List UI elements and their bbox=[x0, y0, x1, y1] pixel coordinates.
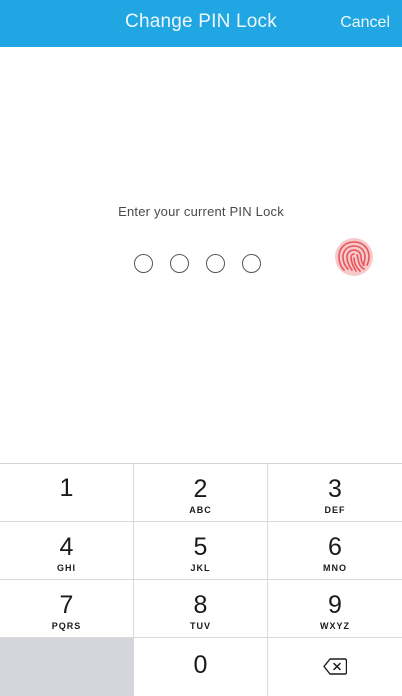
key-number: 3 bbox=[328, 475, 342, 503]
key-letters: WXYZ bbox=[320, 621, 350, 631]
key-number: 7 bbox=[59, 591, 74, 619]
pin-dot-1 bbox=[134, 254, 153, 273]
key-number: 0 bbox=[193, 651, 208, 679]
pin-dot-4 bbox=[242, 254, 261, 273]
pin-dots bbox=[134, 254, 261, 273]
key-letters: MNO bbox=[323, 563, 347, 573]
key-letters: GHI bbox=[56, 563, 76, 573]
key-1[interactable]: 1 bbox=[0, 464, 134, 522]
key-letters: TUV bbox=[190, 621, 211, 631]
key-4[interactable]: 4 GHI bbox=[0, 522, 134, 580]
key-number: 9 bbox=[328, 591, 342, 619]
change-pin-screen: Change PIN Lock Cancel Enter your curren… bbox=[0, 0, 402, 696]
numeric-keypad: 1 2 ABC 3 DEF 4 GHI 5 JKL 6 MNO 7 PQRS 8 bbox=[0, 463, 402, 696]
delete-button[interactable] bbox=[268, 638, 402, 696]
fingerprint-icon[interactable] bbox=[333, 236, 375, 278]
pin-dot-3 bbox=[206, 254, 225, 273]
cancel-button[interactable]: Cancel bbox=[340, 14, 390, 32]
key-6[interactable]: 6 MNO bbox=[268, 522, 402, 580]
key-8[interactable]: 8 TUV bbox=[134, 580, 268, 638]
key-number: 6 bbox=[328, 533, 342, 561]
header-bar: Change PIN Lock Cancel bbox=[0, 0, 402, 47]
key-3[interactable]: 3 DEF bbox=[268, 464, 402, 522]
key-number: 5 bbox=[193, 533, 208, 561]
pin-prompt: Enter your current PIN Lock bbox=[118, 204, 284, 219]
key-2[interactable]: 2 ABC bbox=[134, 464, 268, 522]
key-5[interactable]: 5 JKL bbox=[134, 522, 268, 580]
pin-dot-2 bbox=[170, 254, 189, 273]
key-letters: JKL bbox=[190, 563, 211, 573]
key-letters: DEF bbox=[324, 505, 346, 515]
key-0[interactable]: 0 bbox=[134, 638, 268, 696]
key-number: 1 bbox=[59, 474, 74, 502]
key-blank bbox=[0, 638, 134, 696]
key-letters: PQRS bbox=[51, 621, 82, 631]
key-letters: ABC bbox=[189, 505, 212, 515]
key-number: 4 bbox=[59, 533, 74, 561]
key-7[interactable]: 7 PQRS bbox=[0, 580, 134, 638]
backspace-icon bbox=[323, 658, 347, 675]
key-number: 8 bbox=[193, 591, 208, 619]
key-number: 2 bbox=[193, 475, 208, 503]
key-9[interactable]: 9 WXYZ bbox=[268, 580, 402, 638]
